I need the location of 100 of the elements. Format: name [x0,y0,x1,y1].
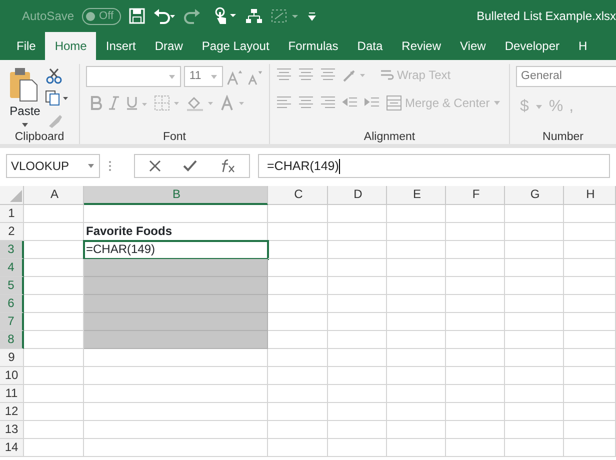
customize-caret-icon[interactable] [306,11,317,21]
grid-cell [446,223,505,241]
italic-icon [108,96,120,110]
row-header[interactable]: 1 [0,205,24,223]
hierarchy-icon[interactable] [244,8,263,24]
paste-button[interactable]: Paste [8,66,42,130]
grid-cell [387,403,446,421]
bottom-align-icon [320,67,336,83]
grid-cell [387,277,446,295]
grid-cell [505,223,564,241]
save-icon[interactable] [128,8,145,24]
column-header[interactable]: B [84,186,268,205]
ribbon-tab[interactable]: Home [45,32,96,60]
caret-icon [21,122,29,128]
grip-icon [108,160,112,172]
row-header[interactable]: 3 [0,241,24,259]
grid-cell [446,367,505,385]
grid-cell: Favorite Foods [84,223,268,241]
grid-cell [505,349,564,367]
grid-cell [505,205,564,223]
ribbon-tab[interactable]: Page Layout [192,32,279,60]
ribbon-tab[interactable]: Insert [96,32,146,60]
shape-icon [270,8,299,24]
grid-cell [328,205,387,223]
grid-cell [446,349,505,367]
ribbon-tab[interactable]: File [7,32,46,60]
grid-cell [505,421,564,439]
grid-cell [564,205,616,223]
column-header[interactable]: D [328,186,387,205]
grid-cell [564,349,616,367]
autosave-label: AutoSave [22,8,74,25]
grid-cell [446,313,505,331]
row-header[interactable]: 6 [0,295,24,313]
file-name: Bulleted List Example.xlsx [476,8,616,25]
column-header[interactable]: C [268,186,328,205]
grid-cell [328,259,387,277]
grid-cell [268,295,328,313]
row-header[interactable]: 13 [0,421,24,439]
font-name-field[interactable] [86,66,182,87]
column-header[interactable]: F [446,186,505,205]
grid-cell [24,385,84,403]
grid-cell [387,259,446,277]
grid-cell [268,277,328,295]
grid-cell [505,277,564,295]
grid-cell [387,241,446,259]
grid-cell [446,241,505,259]
borders-icon [154,95,180,111]
function-icon[interactable] [219,159,235,173]
ribbon-tab[interactable]: Draw [145,32,192,60]
copy-icon[interactable] [45,90,69,106]
column-header[interactable]: E [387,186,446,205]
name-box[interactable]: VLOOKUP [6,154,100,178]
row-header[interactable]: 11 [0,385,24,403]
grid-cell [24,439,84,457]
bold-icon [90,96,102,110]
caret-icon [210,74,218,80]
column-header[interactable]: H [564,186,616,205]
grid-cell [505,367,564,385]
ribbon-tab[interactable]: View [450,32,496,60]
enter-icon[interactable] [183,160,197,172]
row-header[interactable]: 2 [0,223,24,241]
grid-cell [24,349,84,367]
formula-field[interactable]: =CHAR(149) [258,154,610,178]
font-size-field[interactable]: 11 [184,66,223,87]
row-header[interactable]: 9 [0,349,24,367]
format-painter-icon [47,112,63,128]
grid-cell [446,403,505,421]
grid-cell [328,277,387,295]
row-header[interactable]: 10 [0,367,24,385]
row-header[interactable]: 4 [0,259,24,277]
grid-cell [328,295,387,313]
grid-cell [268,223,328,241]
grid-cell [505,439,564,457]
ribbon-tab[interactable]: Developer [495,32,570,60]
grid-cell [24,367,84,385]
ribbon-tab[interactable]: Formulas [278,32,348,60]
column-header[interactable]: A [24,186,84,205]
grid-cell [564,259,616,277]
ribbon-tab[interactable]: Review [392,32,451,60]
fill-color-icon [186,95,214,111]
grid-cell [564,439,616,457]
row-header[interactable]: 14 [0,439,24,457]
clipboard-icon [8,66,38,102]
ribbon-tab[interactable]: Data [348,32,392,60]
touch-icon[interactable] [212,7,237,25]
grid-cell [564,421,616,439]
row-header[interactable]: 12 [0,403,24,421]
grid-cell [268,241,328,259]
row-header[interactable]: 7 [0,313,24,331]
cut-icon[interactable] [46,68,62,84]
ribbon-tab[interactable]: H [569,32,597,60]
grid-cell [268,367,328,385]
cancel-icon[interactable] [149,160,161,172]
grid-cell [268,205,328,223]
column-header[interactable]: G [505,186,564,205]
undo-icon[interactable] [152,8,175,24]
number-format-field[interactable]: General [516,66,616,87]
row-header[interactable]: 5 [0,277,24,295]
row-header[interactable]: 8 [0,331,24,349]
grid-cell [564,367,616,385]
